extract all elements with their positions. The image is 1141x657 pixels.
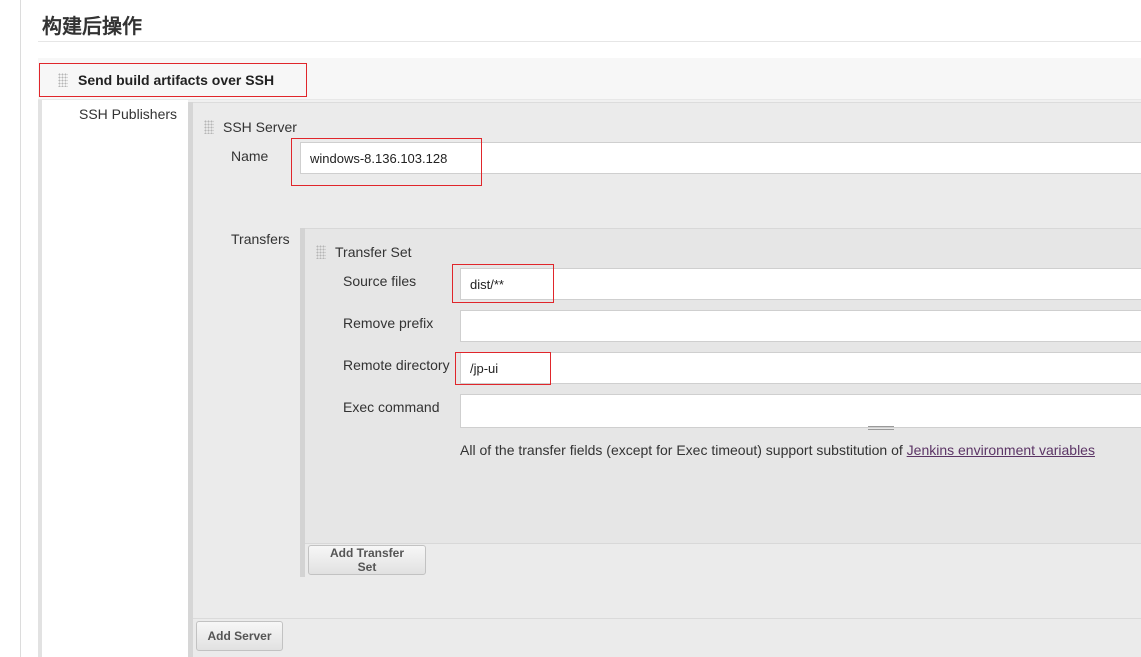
transfer-set-title: Transfer Set xyxy=(335,244,412,260)
exec-command-textarea[interactable] xyxy=(460,394,1141,428)
jenkins-env-vars-link[interactable]: Jenkins environment variables xyxy=(907,442,1095,458)
publisher-label-column xyxy=(42,100,188,657)
textarea-resize-handle[interactable] xyxy=(868,426,894,430)
add-transfer-set-button[interactable]: Add Transfer Set xyxy=(308,545,426,575)
drag-handle-icon[interactable] xyxy=(58,73,68,87)
remote-directory-input[interactable] xyxy=(460,352,1141,384)
remove-prefix-input[interactable] xyxy=(460,310,1141,342)
drag-handle-icon[interactable] xyxy=(204,120,214,134)
add-server-button[interactable]: Add Server xyxy=(196,621,283,651)
title-divider xyxy=(38,41,1141,42)
remote-directory-label: Remote directory xyxy=(343,357,450,373)
page-left-border xyxy=(20,0,21,657)
source-files-label: Source files xyxy=(343,273,417,289)
publisher-title: Send build artifacts over SSH xyxy=(78,72,275,88)
drag-handle-icon[interactable] xyxy=(316,245,326,259)
exec-command-label: Exec command xyxy=(343,399,440,415)
name-label: Name xyxy=(231,148,269,164)
server-name-input[interactable] xyxy=(300,142,1141,174)
ssh-server-title: SSH Server xyxy=(223,119,297,135)
server-bottom-divider xyxy=(193,618,1141,619)
source-files-input[interactable] xyxy=(460,268,1141,300)
ssh-publishers-label: SSH Publishers xyxy=(79,106,178,122)
transfers-label: Transfers xyxy=(231,231,290,247)
page-title: 构建后操作 xyxy=(42,14,142,38)
remove-prefix-label: Remove prefix xyxy=(343,315,434,331)
help-text: All of the transfer fields (except for E… xyxy=(460,442,1095,458)
help-text-body: All of the transfer fields (except for E… xyxy=(460,442,907,458)
